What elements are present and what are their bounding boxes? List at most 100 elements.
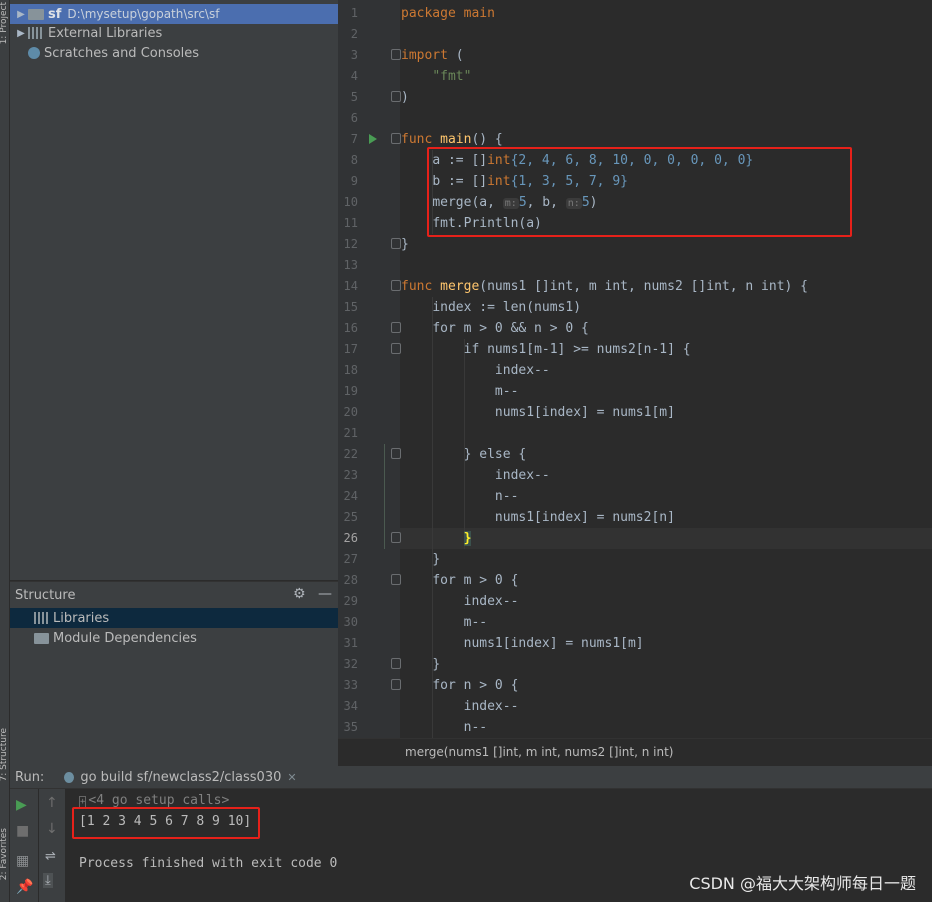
library-icon: [28, 27, 44, 39]
folder-icon: [28, 9, 44, 20]
line-number: 3: [350, 48, 358, 62]
fold-icon[interactable]: [391, 91, 401, 102]
rerun-icon[interactable]: ▶: [16, 797, 27, 813]
tree-item-external-libraries[interactable]: ▶ External Libraries: [10, 23, 338, 43]
fold-icon[interactable]: [391, 448, 401, 459]
line-number: 19: [343, 384, 358, 398]
line-number: 8: [350, 153, 358, 167]
line-number: 12: [343, 237, 358, 251]
code-line-26: }: [463, 531, 472, 546]
tool-window-strip: 1: Project 7: Structure 2: Favorites: [0, 0, 10, 902]
console-exit: Process finished with exit code 0: [79, 856, 338, 871]
code-line-27: }: [432, 552, 441, 567]
line-number: 1: [350, 6, 358, 20]
line-number: 20: [343, 405, 358, 419]
code-line-29: index--: [463, 594, 519, 609]
code-line-25: nums1[index] = nums2[n]: [494, 510, 675, 525]
fold-icon[interactable]: [391, 280, 401, 291]
line-number: 16: [343, 321, 358, 335]
line-number: 6: [350, 111, 358, 125]
code-line-32: }: [432, 657, 441, 672]
fold-icon[interactable]: [391, 133, 401, 144]
line-number: 2: [350, 27, 358, 41]
line-number: 35: [343, 720, 358, 734]
run-icon[interactable]: [369, 134, 377, 144]
run-panel: Run: go build sf/newclass2/class030 ✕ ▶ …: [10, 766, 932, 902]
line-number: 9: [350, 174, 358, 188]
line-number: 31: [343, 636, 358, 650]
chevron-right-icon[interactable]: ▶: [14, 28, 28, 39]
structure-header: Structure ⚙ —: [15, 586, 332, 603]
current-line-highlight: [400, 528, 932, 549]
watermark: CSDN @福大大架构师每日一题: [689, 874, 916, 893]
line-number: 28: [343, 573, 358, 587]
editor-breadcrumb: merge(nums1 []int, m int, nums2 []int, n…: [338, 738, 932, 764]
run-header: Run: go build sf/newclass2/class030 ✕: [10, 766, 932, 789]
line-number: 33: [343, 678, 358, 692]
line-number: 15: [343, 300, 358, 314]
run-toolbar: ▶ ■ ▦ 📌: [10, 789, 38, 902]
arrow-down-icon[interactable]: ↓: [46, 821, 58, 837]
gear-icon[interactable]: ⚙: [293, 586, 306, 602]
code-line-12: }: [401, 237, 409, 252]
code-line-34: index--: [463, 699, 519, 714]
fold-icon[interactable]: [391, 322, 401, 333]
fold-icon[interactable]: [391, 532, 401, 543]
code-line-33: for n > 0 {: [432, 678, 519, 693]
structure-item-module-dependencies[interactable]: Module Dependencies: [10, 628, 338, 648]
code-line-22: } else {: [463, 447, 527, 462]
pin-icon[interactable]: 📌: [16, 879, 33, 895]
line-number: 5: [350, 90, 358, 104]
line-number: 29: [343, 594, 358, 608]
code-line-35: n--: [463, 720, 488, 735]
fold-icon[interactable]: [391, 679, 401, 690]
code-line-30: m--: [463, 615, 488, 630]
minimize-icon[interactable]: —: [318, 586, 332, 602]
fold-icon[interactable]: [391, 49, 401, 60]
structure-tool-tab[interactable]: 7: Structure: [0, 728, 9, 782]
line-number: 25: [343, 510, 358, 524]
line-number: 21: [343, 426, 358, 440]
tree-item-scratches[interactable]: Scratches and Consoles: [10, 43, 338, 63]
console-toolbar: ↑ ↓ ⇌ ⤓: [38, 789, 65, 902]
soft-wrap-icon[interactable]: ⇌: [45, 849, 56, 864]
output-highlight-box: [72, 807, 260, 839]
line-number: 22: [343, 447, 358, 461]
run-tab[interactable]: go build sf/newclass2/class030 ✕: [64, 770, 297, 785]
fold-icon[interactable]: [391, 238, 401, 249]
structure-item-libraries[interactable]: Libraries: [10, 608, 338, 628]
stop-icon[interactable]: ■: [16, 823, 29, 839]
line-number: 13: [343, 258, 358, 272]
fold-icon[interactable]: [391, 574, 401, 585]
code-line-1: package main: [401, 6, 495, 21]
fold-icon[interactable]: [391, 343, 401, 354]
module-icon: [34, 633, 49, 644]
chevron-right-icon[interactable]: ▶: [14, 9, 28, 20]
scroll-to-end-icon[interactable]: ⤓: [43, 873, 53, 888]
code-line-31: nums1[index] = nums1[m]: [463, 636, 644, 651]
line-number: 27: [343, 552, 358, 566]
tree-item-sf[interactable]: ▶ sf D:\mysetup\gopath\src\sf: [10, 4, 338, 24]
code-line-17: if nums1[m-1] >= nums2[n-1] {: [463, 342, 691, 357]
layout-icon[interactable]: ▦: [16, 853, 29, 869]
fold-icon[interactable]: [391, 658, 401, 669]
line-number: 7: [350, 132, 358, 146]
line-number: 18: [343, 363, 358, 377]
line-number: 24: [343, 489, 358, 503]
code-line-15: index := len(nums1): [432, 300, 582, 315]
code-line-18: index--: [494, 363, 550, 378]
scratches-icon: [28, 47, 40, 59]
line-number: 17: [343, 342, 358, 356]
line-number: 11: [343, 216, 358, 230]
line-number: 34: [343, 699, 358, 713]
favorites-tool-tab[interactable]: 2: Favorites: [0, 828, 9, 880]
code-line-28: for m > 0 {: [432, 573, 519, 588]
console-setup-calls[interactable]: + <4 go setup calls>: [79, 793, 229, 808]
close-icon[interactable]: ✕: [287, 771, 296, 784]
code-line-20: nums1[index] = nums1[m]: [494, 405, 675, 420]
project-tool-tab[interactable]: 1: Project: [0, 2, 9, 44]
code-editor[interactable]: 1 2 3 4 5 6 7 8 9 10 11 12 13 14 15 16 17 18 19 20 21 22 23 24 2…: [338, 0, 932, 738]
line-number: 23: [343, 468, 358, 482]
arrow-up-icon[interactable]: ↑: [46, 795, 58, 811]
code-line-19: m--: [494, 384, 519, 399]
